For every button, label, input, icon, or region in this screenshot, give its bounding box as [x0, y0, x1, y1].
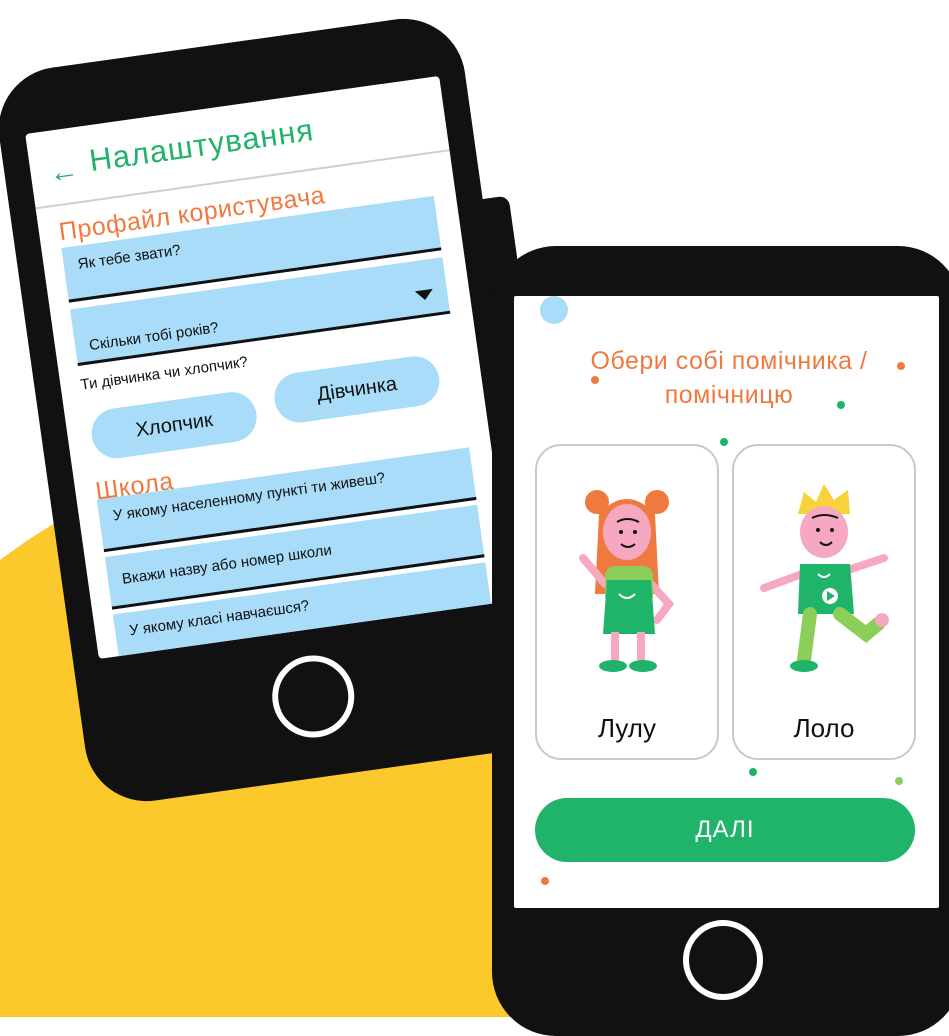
- name-field-placeholder: Як тебе звати?: [76, 241, 182, 273]
- helper-title-line1: Обери собі помічника /: [590, 347, 868, 375]
- helper-title: Обери собі помічника / помічницю: [534, 344, 924, 412]
- decor-dot: [540, 296, 568, 324]
- decor-dot: [541, 877, 549, 885]
- chevron-down-icon[interactable]: [414, 288, 435, 302]
- age-select-placeholder: Скільки тобі років?: [88, 319, 220, 355]
- decor-dot: [749, 768, 757, 776]
- helper-title-line2: помічницю: [664, 381, 794, 409]
- girl-button[interactable]: Дівчинка: [271, 353, 443, 426]
- page-title: Налаштування: [87, 112, 317, 179]
- grade-field-placeholder: У якому класі навчаєшся?: [128, 597, 311, 640]
- helper-name: Лоло: [793, 713, 855, 743]
- helper-card-lulu[interactable]: Лулу: [535, 444, 719, 760]
- helper-name: Лулу: [598, 713, 656, 743]
- boy-button[interactable]: Хлопчик: [88, 388, 260, 462]
- back-arrow-icon[interactable]: ←: [47, 153, 81, 191]
- school-field-placeholder: Вкажи назву або номер школи: [120, 541, 333, 588]
- next-button[interactable]: ДАЛІ: [535, 798, 915, 862]
- helper-card-lolo[interactable]: Лоло: [732, 444, 916, 760]
- boy-character-icon: [760, 484, 889, 672]
- decor-dot: [895, 777, 903, 785]
- home-button[interactable]: [683, 920, 763, 1000]
- girl-character-icon: [579, 490, 675, 672]
- settings-screen: ← Налаштування Профайл користувача Як те…: [25, 75, 513, 659]
- decor-dot: [720, 438, 728, 446]
